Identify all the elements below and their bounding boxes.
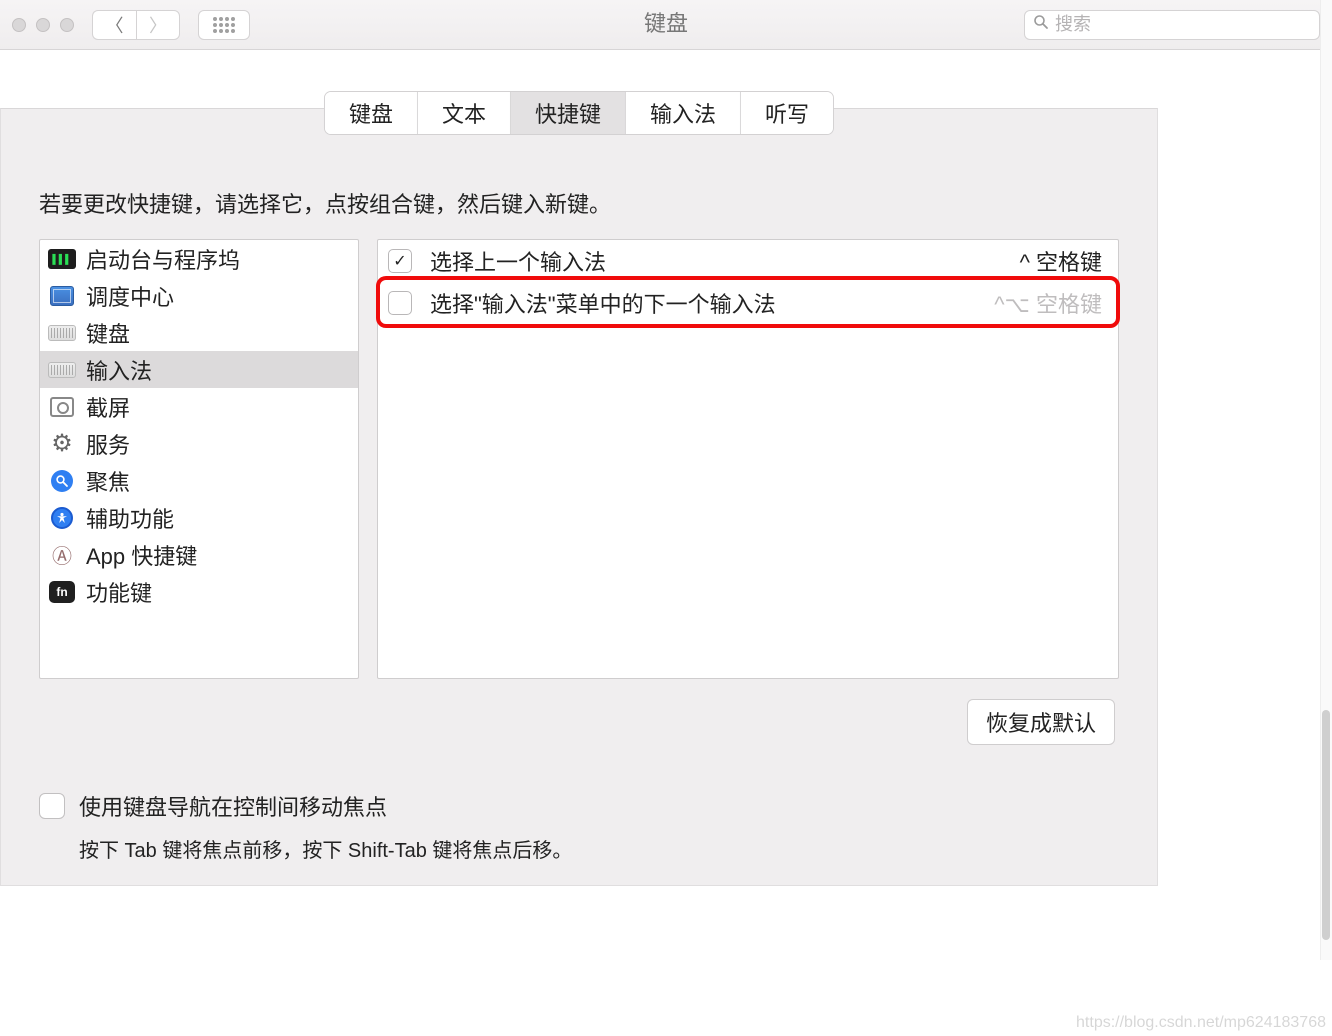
- shortcut-row-next-input[interactable]: 选择"输入法"菜单中的下一个输入法 ^⌥ 空格键: [378, 282, 1118, 324]
- category-label: 服务: [86, 428, 130, 460]
- fn-icon: fn: [49, 581, 75, 603]
- minimize-icon[interactable]: [36, 18, 50, 32]
- window-toolbar: 〈 〉 键盘: [0, 0, 1332, 50]
- forward-button[interactable]: 〉: [136, 10, 180, 40]
- search-icon: [1033, 14, 1049, 35]
- tab-bar: 键盘 文本 快捷键 输入法 听写: [324, 91, 834, 135]
- category-label: App 快捷键: [86, 539, 197, 571]
- shortcut-checkbox[interactable]: [388, 291, 412, 315]
- window-title: 键盘: [644, 6, 688, 38]
- zoom-icon[interactable]: [60, 18, 74, 32]
- category-services[interactable]: ⚙︎ 服务: [40, 425, 358, 462]
- category-label: 调度中心: [86, 280, 174, 312]
- shortcut-checkbox[interactable]: ✓: [388, 249, 412, 273]
- page-scrollbar-thumb[interactable]: [1322, 710, 1330, 940]
- category-label: 聚焦: [86, 465, 130, 497]
- keyboard-nav-section: 使用键盘导航在控制间移动焦点 按下 Tab 键将焦点前移，按下 Shift-Ta…: [39, 790, 572, 863]
- keyboard-nav-label: 使用键盘导航在控制间移动焦点: [79, 790, 387, 822]
- page-scrollbar-track: [1320, 0, 1332, 960]
- screenshot-icon: [50, 397, 74, 417]
- category-list[interactable]: ▌▌▌ 启动台与程序坞 调度中心 键盘 输入法 截屏 ⚙︎ 服务: [39, 239, 359, 679]
- shortcut-label: 选择上一个输入法: [430, 245, 940, 277]
- category-app-shortcuts[interactable]: Ⓐ App 快捷键: [40, 536, 358, 573]
- shortcut-key[interactable]: ^⌥ 空格键: [958, 287, 1108, 319]
- keyboard-flat-icon: [48, 325, 76, 341]
- shortcut-row-prev-input[interactable]: ✓ 选择上一个输入法 ^ 空格键: [378, 240, 1118, 282]
- app-icon: Ⓐ: [48, 544, 76, 566]
- traffic-lights: [12, 18, 74, 32]
- preferences-panel: 键盘 文本 快捷键 输入法 听写 若要更改快捷键，请选择它，点按组合键，然后键入…: [0, 108, 1158, 886]
- category-accessibility[interactable]: 辅助功能: [40, 499, 358, 536]
- search-field[interactable]: [1024, 10, 1320, 40]
- tab-keyboard[interactable]: 键盘: [325, 92, 418, 134]
- category-spotlight[interactable]: 聚焦: [40, 462, 358, 499]
- chevron-right-icon: 〉: [149, 12, 167, 38]
- show-all-button[interactable]: [198, 10, 250, 40]
- tab-dictation[interactable]: 听写: [741, 92, 833, 134]
- category-mission-control[interactable]: 调度中心: [40, 277, 358, 314]
- spotlight-icon: [51, 470, 73, 492]
- keyboard-nav-help: 按下 Tab 键将焦点前移，按下 Shift-Tab 键将焦点后移。: [39, 834, 572, 863]
- mission-control-icon: [50, 286, 74, 306]
- gear-icon: ⚙︎: [48, 433, 76, 455]
- watermark-text: https://blog.csdn.net/mp624183768: [1076, 1014, 1326, 1032]
- keyboard-flat-icon: [48, 362, 76, 378]
- keyboard-nav-checkbox[interactable]: [39, 793, 65, 819]
- tab-text[interactable]: 文本: [418, 92, 511, 134]
- category-screenshots[interactable]: 截屏: [40, 388, 358, 425]
- category-label: 键盘: [86, 317, 130, 349]
- restore-defaults-button[interactable]: 恢复成默认: [967, 699, 1115, 745]
- back-button[interactable]: 〈: [92, 10, 136, 40]
- category-label: 截屏: [86, 391, 130, 423]
- category-label: 辅助功能: [86, 502, 174, 534]
- close-icon[interactable]: [12, 18, 26, 32]
- grid-icon: [213, 17, 235, 33]
- category-input-sources[interactable]: 输入法: [40, 351, 358, 388]
- category-function-keys[interactable]: fn 功能键: [40, 573, 358, 610]
- chevron-left-icon: 〈: [106, 12, 124, 38]
- accessibility-icon: [51, 507, 73, 529]
- search-input[interactable]: [1055, 14, 1311, 35]
- shortcut-key[interactable]: ^ 空格键: [958, 245, 1108, 277]
- terminal-icon: ▌▌▌: [48, 249, 76, 269]
- category-label: 功能键: [86, 576, 152, 608]
- shortcut-label: 选择"输入法"菜单中的下一个输入法: [430, 287, 940, 319]
- nav-button-group: 〈 〉: [92, 10, 180, 40]
- tab-shortcuts[interactable]: 快捷键: [511, 92, 626, 134]
- category-keyboard[interactable]: 键盘: [40, 314, 358, 351]
- shortcut-list[interactable]: ✓ 选择上一个输入法 ^ 空格键 选择"输入法"菜单中的下一个输入法 ^⌥ 空格…: [377, 239, 1119, 679]
- category-label: 输入法: [86, 354, 152, 386]
- category-label: 启动台与程序坞: [86, 243, 240, 275]
- lists-container: ▌▌▌ 启动台与程序坞 调度中心 键盘 输入法 截屏 ⚙︎ 服务: [1, 239, 1157, 679]
- restore-row: 恢复成默认: [1, 679, 1157, 745]
- category-launchpad-dock[interactable]: ▌▌▌ 启动台与程序坞: [40, 240, 358, 277]
- tab-input[interactable]: 输入法: [626, 92, 741, 134]
